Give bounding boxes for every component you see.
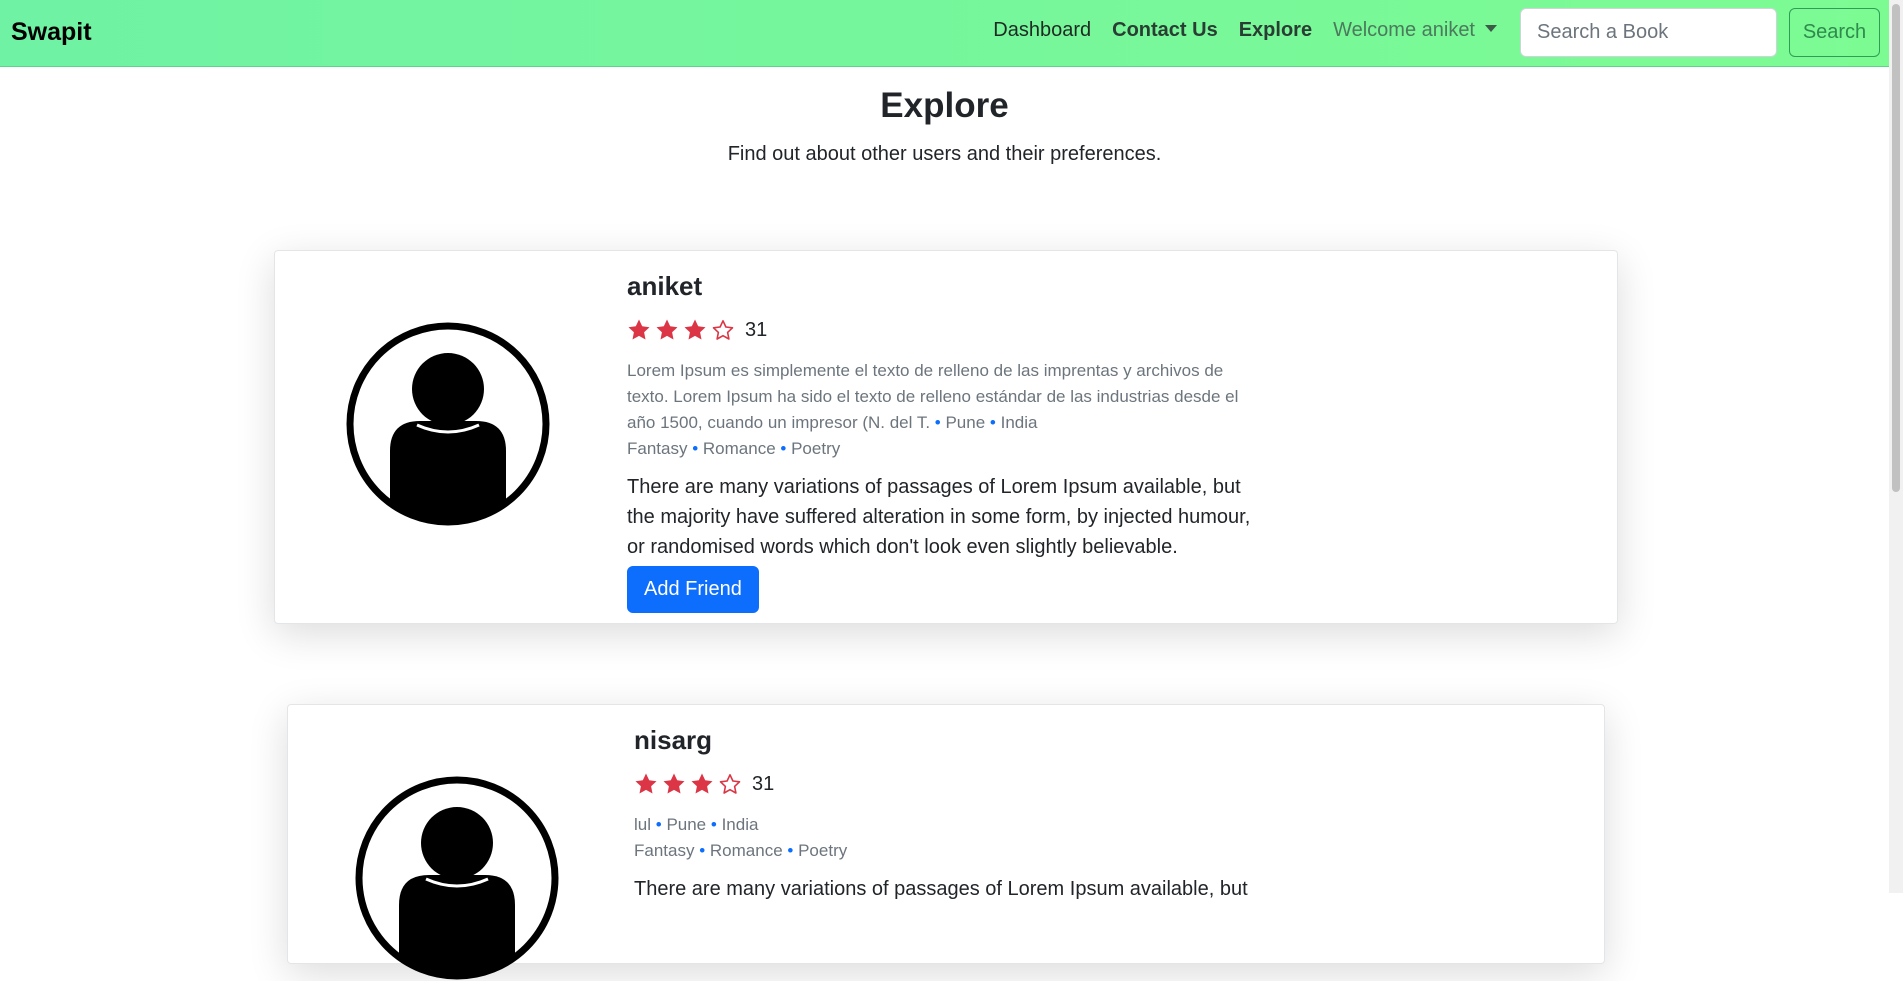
- navbar: Swapit Dashboard Contact Us Explore Welc…: [0, 0, 1889, 67]
- genre-tag: Romance: [702, 439, 776, 458]
- user-city: Pune: [666, 815, 707, 834]
- user-card-body: nisarg 31 lul • Pune • India Fantasy • R…: [634, 725, 1274, 904]
- nav-link-explore[interactable]: Explore: [1239, 19, 1312, 42]
- search-button[interactable]: Search: [1789, 8, 1880, 57]
- user-menu-dropdown[interactable]: Welcome aniket: [1333, 19, 1497, 42]
- separator-dot: •: [710, 815, 717, 834]
- star-filled-icon: [656, 319, 678, 340]
- user-country: India: [721, 815, 759, 834]
- separator-dot: •: [989, 413, 996, 432]
- separator-dot: •: [780, 439, 787, 458]
- user-bio: lul: [634, 815, 652, 834]
- nav-links: Dashboard Contact Us Explore Welcome ani…: [972, 19, 1497, 42]
- star-filled-icon: [691, 773, 713, 794]
- scrollbar-thumb[interactable]: [1892, 4, 1900, 492]
- search-input[interactable]: [1520, 8, 1777, 57]
- user-genres: Fantasy • Romance • Poetry: [627, 436, 1267, 462]
- page-scrollbar[interactable]: [1889, 0, 1903, 893]
- user-bio-location: Lorem Ipsum es simplemente el texto de r…: [627, 358, 1267, 436]
- brand-logo[interactable]: Swapit: [11, 18, 92, 47]
- user-description: There are many variations of passages of…: [634, 878, 1248, 900]
- star-outline-icon: [719, 774, 741, 794]
- user-bio: Lorem Ipsum es simplemente el texto de r…: [627, 361, 1239, 432]
- user-bio-location: lul • Pune • India: [634, 812, 1274, 838]
- genre-tag: Fantasy: [627, 439, 688, 458]
- star-filled-icon: [684, 319, 706, 340]
- user-description: There are many variations of passages of…: [627, 476, 1251, 558]
- genre-tag: Fantasy: [634, 841, 695, 860]
- user-card: aniket 31 Lorem Ipsum es simplemente el …: [274, 250, 1618, 624]
- user-circle-icon: [346, 322, 550, 526]
- separator-dot: •: [655, 815, 662, 834]
- add-friend-button[interactable]: Add Friend: [627, 566, 759, 613]
- user-genres: Fantasy • Romance • Poetry: [634, 838, 1274, 864]
- genre-tag: Poetry: [791, 439, 841, 458]
- user-menu-label: Welcome aniket: [1333, 19, 1475, 41]
- separator-dot: •: [699, 841, 706, 860]
- user-name: nisarg: [634, 725, 713, 755]
- user-circle-icon: [355, 776, 559, 980]
- page-subtitle: Find out about other users and their pre…: [727, 143, 1162, 165]
- user-rating: 31: [627, 316, 1267, 344]
- user-card-body: aniket 31 Lorem Ipsum es simplemente el …: [627, 271, 1267, 613]
- rating-count: 31: [745, 318, 768, 341]
- nav-link-dashboard[interactable]: Dashboard: [993, 19, 1091, 42]
- user-rating: 31: [634, 770, 1274, 798]
- separator-dot: •: [787, 841, 794, 860]
- rating-count: 31: [752, 772, 775, 795]
- user-country: India: [1000, 413, 1038, 432]
- user-city: Pune: [945, 413, 986, 432]
- caret-down-icon: [1485, 25, 1497, 33]
- nav-link-contact[interactable]: Contact Us: [1112, 19, 1218, 42]
- user-name: aniket: [627, 271, 703, 301]
- star-filled-icon: [635, 773, 657, 794]
- star-outline-icon: [712, 320, 734, 340]
- genre-tag: Poetry: [798, 841, 848, 860]
- separator-dot: •: [692, 439, 699, 458]
- star-filled-icon: [628, 319, 650, 340]
- user-card: nisarg 31 lul • Pune • India Fantasy • R…: [287, 704, 1605, 980]
- page-title: Explore: [880, 86, 1009, 125]
- star-filled-icon: [663, 773, 685, 794]
- separator-dot: •: [934, 413, 941, 432]
- genre-tag: Romance: [709, 841, 783, 860]
